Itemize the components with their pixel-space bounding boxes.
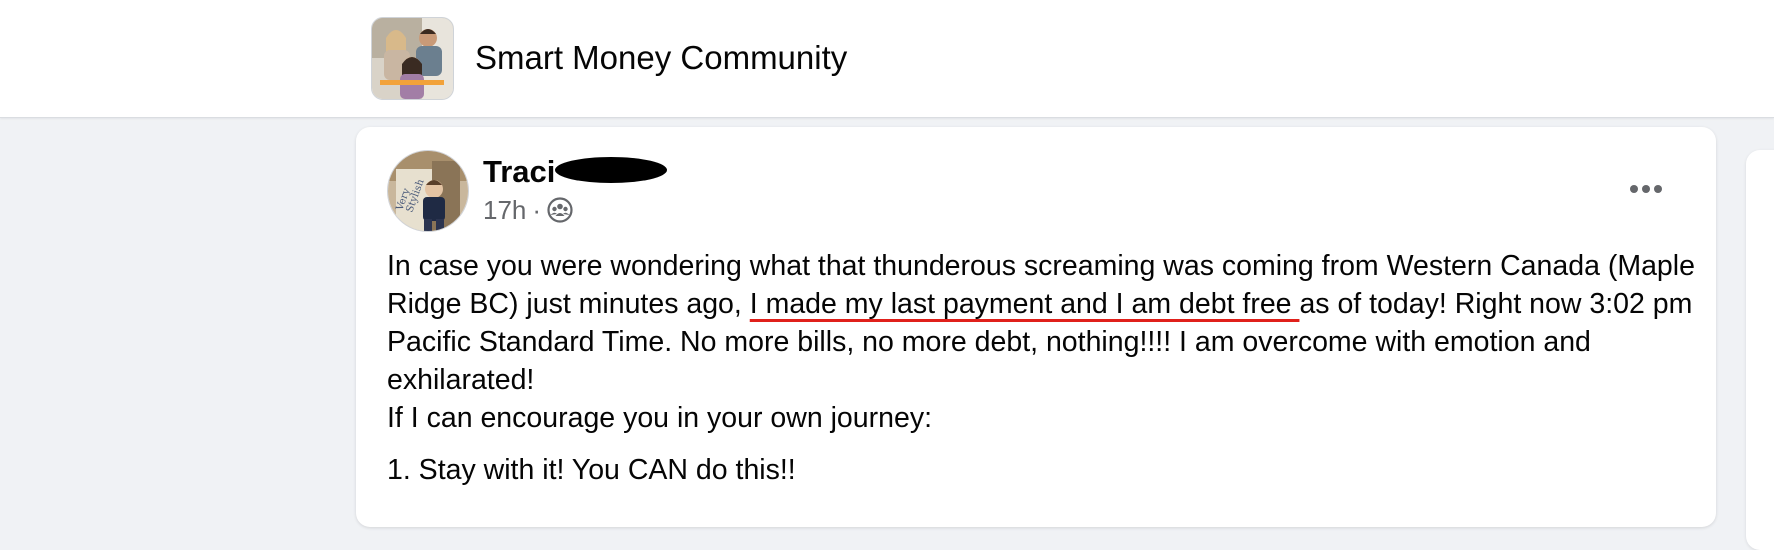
post-paragraph-1: In case you were wondering what that thu… [387, 247, 1697, 399]
post-body: In case you were wondering what that thu… [387, 247, 1697, 489]
post-list-item: 1. Stay with it! You CAN do this!! [387, 454, 796, 486]
group-avatar[interactable] [371, 17, 454, 100]
highlighted-text: I made my last payment and I am debt fre… [749, 288, 1300, 320]
group-name[interactable]: Smart Money Community [475, 38, 847, 78]
author-avatar[interactable]: Very Stylish [387, 150, 469, 232]
group-photo-avatar-icon [372, 18, 453, 99]
author-name[interactable]: Traci [483, 154, 555, 190]
post-timestamp[interactable]: 17h [483, 195, 526, 226]
group-header: Smart Money Community [0, 0, 1774, 118]
post-card: Very Stylish Traci 17h · In case you wer… [356, 127, 1716, 527]
meta-separator: · [532, 194, 542, 225]
group-members-icon[interactable] [547, 197, 573, 223]
more-options-button[interactable] [1624, 167, 1668, 211]
post-meta: 17h · [483, 194, 573, 226]
post-paragraph-2: If I can encourage you in your own journ… [387, 402, 932, 434]
author-photo-icon: Very Stylish [388, 151, 468, 231]
side-card [1746, 150, 1774, 550]
more-options-icon [1630, 185, 1662, 193]
name-redaction [555, 157, 667, 183]
